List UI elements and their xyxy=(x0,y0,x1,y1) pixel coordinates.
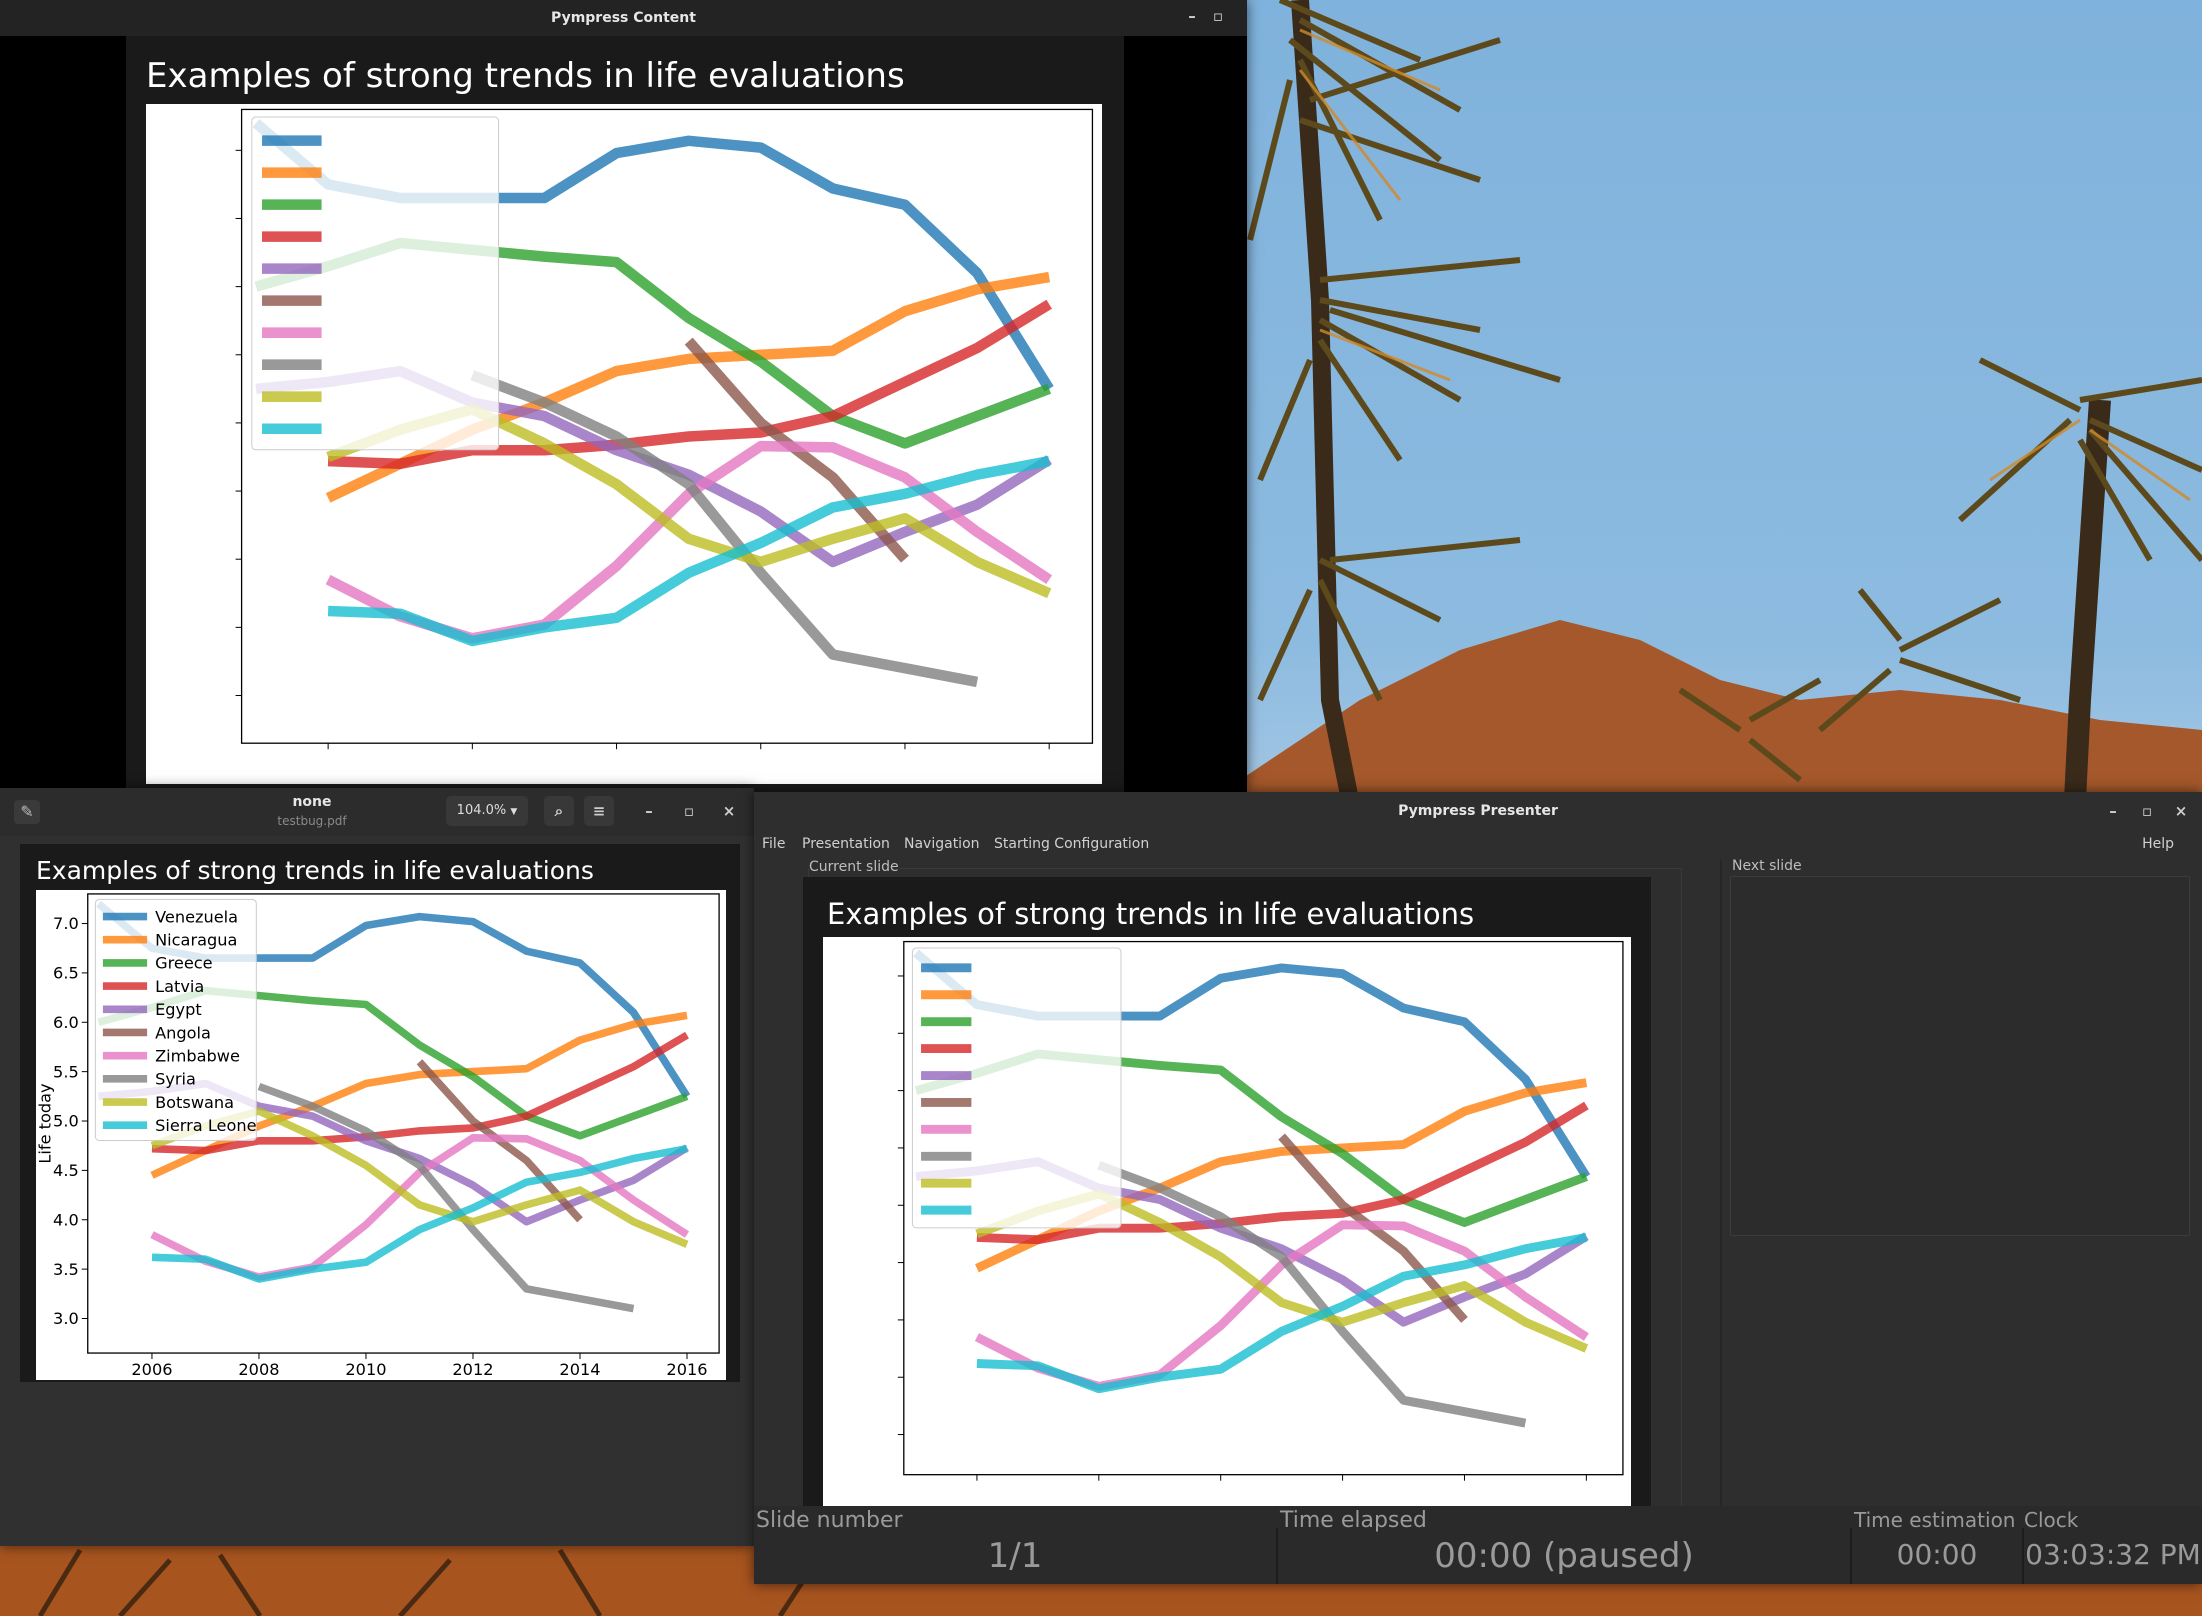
viewer-canvas[interactable]: Examples of strong trends in life evalua… xyxy=(0,836,754,1546)
viewer-titlebar[interactable]: ✎ none testbug.pdf 104.0% ▼ ⌕ ≡ – ▫ × xyxy=(0,788,754,836)
minimize-icon[interactable]: – xyxy=(1181,7,1203,25)
next-slide-area[interactable] xyxy=(1730,876,2190,1236)
slide-title: Examples of strong trends in life evalua… xyxy=(36,856,594,885)
menu-file[interactable]: File xyxy=(762,836,785,852)
current-slide-pane: Current slide Examples of strong trends … xyxy=(803,859,1682,1584)
legend-label: Egypt xyxy=(155,1000,202,1019)
viewer-slide: Examples of strong trends in life evalua… xyxy=(20,844,740,1382)
time-estimation-value[interactable]: 00:00 xyxy=(1852,1538,2022,1571)
content-slide: Examples of strong trends in life evalua… xyxy=(126,36,1124,792)
pane-divider[interactable] xyxy=(1720,860,1722,1584)
legend-label: Syria xyxy=(155,1070,196,1089)
current-slide[interactable]: Examples of strong trends in life evalua… xyxy=(803,877,1651,1515)
y-axis-label: Life today xyxy=(36,1083,55,1164)
y-tick-label: 5.5 xyxy=(53,1062,79,1081)
legend-label: Zimbabwe xyxy=(155,1046,240,1065)
window-title: Pympress Content xyxy=(551,10,696,26)
x-tick-label: 2008 xyxy=(238,1360,279,1379)
window-title: none xyxy=(292,794,332,810)
slide-number-value[interactable]: 1/1 xyxy=(754,1536,1276,1576)
menu-help[interactable]: Help xyxy=(2142,836,2174,852)
legend-label: Latvia xyxy=(155,977,204,996)
y-tick-label: 5.0 xyxy=(53,1112,79,1131)
content-chart xyxy=(146,104,1102,784)
minimize-icon[interactable]: – xyxy=(638,802,660,820)
content-window: Pympress Content – ▫ Examples of strong … xyxy=(0,0,1247,792)
line-chart xyxy=(897,940,1624,1481)
legend-label: Angola xyxy=(155,1023,211,1042)
legend-label: Venezuela xyxy=(155,907,238,926)
y-tick-label: 3.5 xyxy=(53,1260,79,1279)
x-tick-label: 2010 xyxy=(345,1360,386,1379)
slide-title: Examples of strong trends in life evalua… xyxy=(827,897,1475,931)
next-slide-label: Next slide xyxy=(1732,858,1802,874)
legend-label: Botswana xyxy=(155,1093,234,1112)
menu-bar: File Presentation Navigation Starting Co… xyxy=(754,792,2202,852)
presenter-window: Pympress Presenter – ▫ × File Presentati… xyxy=(754,792,2202,1584)
y-tick-label: 3.0 xyxy=(53,1309,79,1328)
menu-icon[interactable]: ≡ xyxy=(584,796,614,826)
maximize-icon[interactable]: ▫ xyxy=(678,802,700,820)
viewer-chart: 2006 2008 2010 2012 2014 2016 3.0 3.5 4.0 4.5 5.0 5… xyxy=(36,890,726,1380)
zoom-dropdown[interactable]: 104.0% ▼ xyxy=(446,796,528,826)
time-elapsed-label: Time elapsed xyxy=(1280,1508,1427,1533)
status-bar: Slide number Time elapsed Time estimatio… xyxy=(754,1506,2202,1584)
legend-label: Greece xyxy=(155,954,213,973)
x-tick-label: 2006 xyxy=(131,1360,172,1379)
content-titlebar[interactable]: Pympress Content – ▫ xyxy=(0,0,1247,36)
y-tick-label: 6.0 xyxy=(53,1013,79,1032)
viewer-window: ✎ none testbug.pdf 104.0% ▼ ⌕ ≡ – ▫ × Ex… xyxy=(0,788,754,1546)
menu-presentation[interactable]: Presentation xyxy=(802,836,890,852)
current-slide-label: Current slide xyxy=(809,859,899,875)
maximize-icon[interactable]: ▫ xyxy=(1207,7,1229,25)
y-tick-label: 4.0 xyxy=(53,1210,79,1229)
menu-starting-configuration[interactable]: Starting Configuration xyxy=(994,836,1149,852)
x-tick-label: 2014 xyxy=(559,1360,600,1379)
time-elapsed-value[interactable]: 00:00 (paused) xyxy=(1278,1536,1850,1576)
search-icon[interactable]: ⌕ xyxy=(544,796,574,826)
time-estimation-label: Time estimation xyxy=(1854,1508,2016,1532)
slide-title: Examples of strong trends in life evalua… xyxy=(146,56,905,96)
menu-navigation[interactable]: Navigation xyxy=(904,836,980,852)
close-icon[interactable]: × xyxy=(718,802,740,820)
line-chart: 2006 2008 2010 2012 2014 2016 3.0 3.5 4.0 4.5 5.0 5… xyxy=(36,893,720,1379)
slide-number-label: Slide number xyxy=(756,1508,903,1533)
zoom-value: 104.0% xyxy=(456,803,507,818)
line-chart xyxy=(235,108,1094,750)
presenter-chart xyxy=(823,937,1631,1509)
y-tick-label: 4.5 xyxy=(53,1161,79,1180)
chevron-down-icon: ▼ xyxy=(510,807,518,817)
clock-value: 03:03:32 PM xyxy=(2025,1538,2201,1571)
y-tick-label: 6.5 xyxy=(53,964,79,983)
y-tick-label: 7.0 xyxy=(53,914,79,933)
clock-label: Clock xyxy=(2024,1508,2079,1532)
legend-label: Sierra Leone xyxy=(155,1116,257,1135)
x-tick-label: 2012 xyxy=(452,1360,493,1379)
x-tick-label: 2016 xyxy=(666,1360,707,1379)
legend-label: Nicaragua xyxy=(155,931,237,950)
window-subtitle: testbug.pdf xyxy=(277,814,347,828)
